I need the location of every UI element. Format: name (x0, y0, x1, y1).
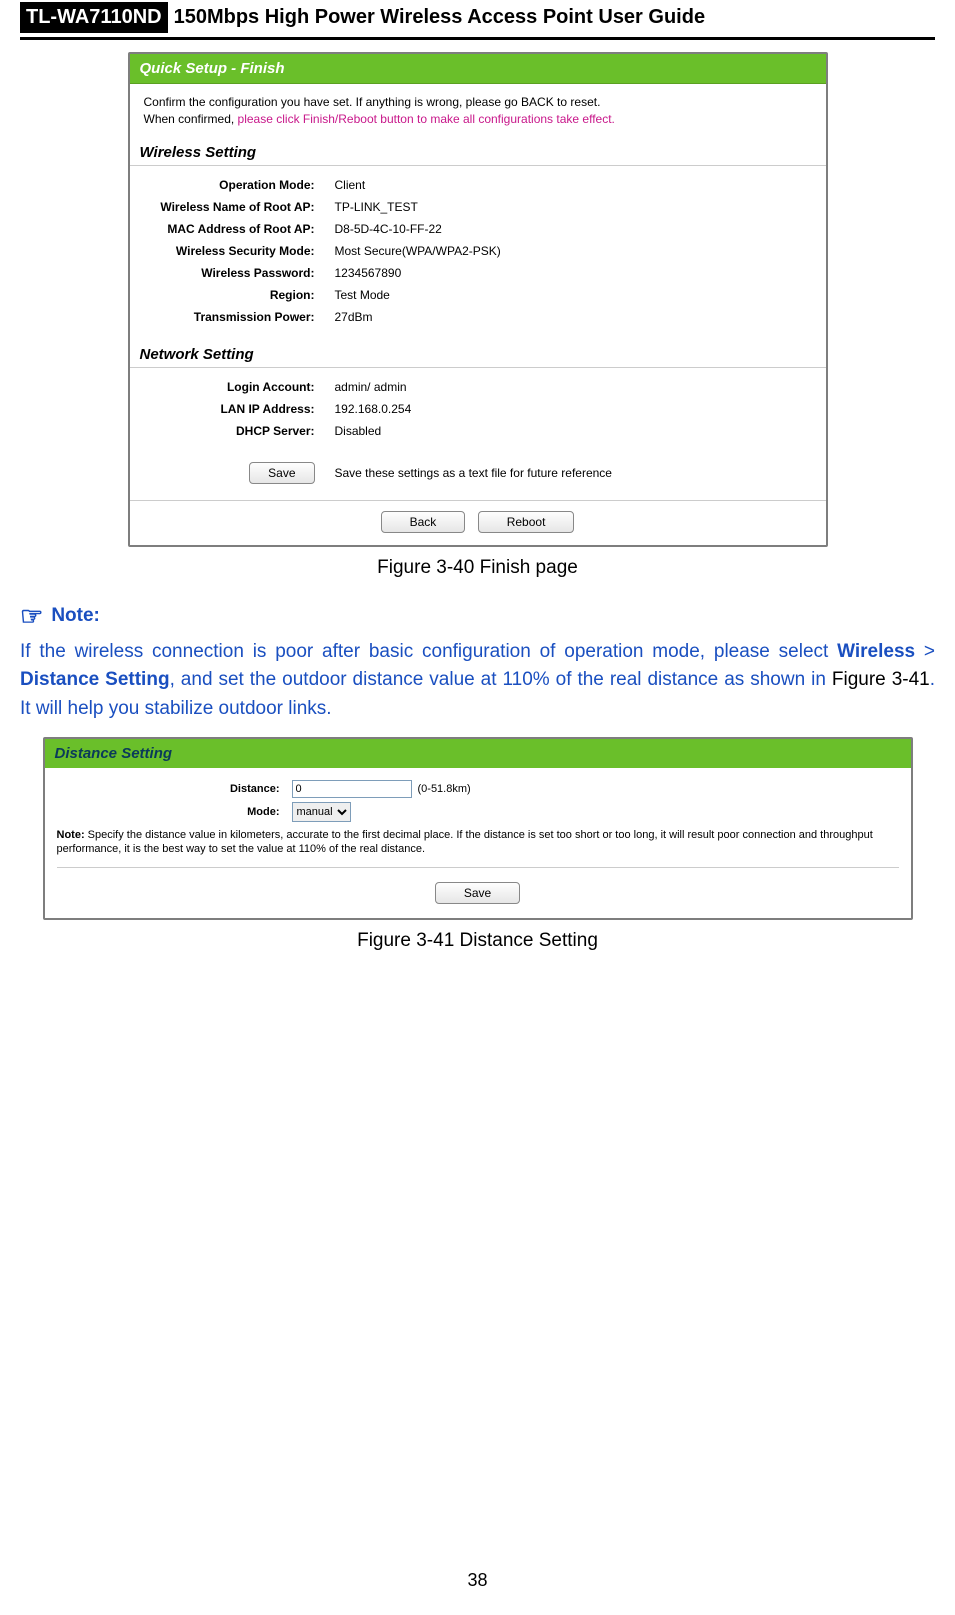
row-region: Region:Test Mode (130, 284, 826, 306)
distance-content: Distance: (0-51.8km) Mode: manual Note: … (45, 768, 911, 918)
figure-caption-40: Figure 3-40 Finish page (20, 557, 935, 579)
row-dhcp: DHCP Server:Disabled (130, 420, 826, 442)
figure-ref: Figure 3-41 (832, 669, 930, 690)
pointing-hand-icon: ☞ (20, 601, 43, 632)
row-tx-power: Transmission Power:27dBm (130, 306, 826, 328)
mode-select[interactable]: manual (292, 802, 351, 822)
back-button[interactable]: Back (381, 511, 466, 533)
row-lan-ip: LAN IP Address:192.168.0.254 (130, 398, 826, 420)
doc-title: 150Mbps High Power Wireless Access Point… (174, 6, 705, 29)
model-badge: TL-WA7110ND (20, 2, 168, 33)
doc-header: TL-WA7110ND 150Mbps High Power Wireless … (20, 0, 935, 40)
reboot-button[interactable]: Reboot (478, 511, 575, 533)
note-body: If the wireless connection is poor after… (20, 638, 935, 724)
save-hint: Save these settings as a text file for f… (335, 466, 612, 480)
row-operation-mode: Operation Mode:Client (130, 174, 826, 196)
confirm-text-line2: When confirmed, please click Finish/Rebo… (144, 111, 812, 128)
distance-save-row: Save (57, 867, 899, 914)
distance-hint: (0-51.8km) (418, 783, 471, 795)
save-row: Save Save these settings as a text file … (130, 454, 826, 500)
row-wireless-name: Wireless Name of Root AP:TP-LINK_TEST (130, 196, 826, 218)
row-mac-address: MAC Address of Root AP:D8-5D-4C-10-FF-22 (130, 218, 826, 240)
panel-title-distance: Distance Setting (45, 739, 911, 768)
section-network-setting: Network Setting (130, 340, 826, 368)
network-settings-table: Login Account:admin/ admin LAN IP Addres… (130, 376, 826, 442)
distance-note: Note: Specify the distance value in kilo… (57, 828, 899, 857)
button-row: Back Reboot (130, 500, 826, 545)
row-mode: Mode: manual (57, 800, 899, 824)
figure-finish-page: Quick Setup - Finish Confirm the configu… (128, 52, 828, 547)
row-distance: Distance: (0-51.8km) (57, 778, 899, 800)
note-label: Note: (51, 605, 100, 627)
save-button[interactable]: Save (249, 462, 314, 484)
distance-save-button[interactable]: Save (435, 882, 520, 904)
section-wireless-setting: Wireless Setting (130, 138, 826, 166)
figure-distance-setting: Distance Setting Distance: (0-51.8km) Mo… (43, 737, 913, 920)
confirm-highlight: please click Finish/Reboot button to mak… (238, 112, 615, 126)
panel-title-quick-setup: Quick Setup - Finish (130, 54, 826, 84)
row-security-mode: Wireless Security Mode:Most Secure(WPA/W… (130, 240, 826, 262)
wireless-settings-table: Operation Mode:Client Wireless Name of R… (130, 174, 826, 328)
figure-caption-41: Figure 3-41 Distance Setting (20, 930, 935, 952)
row-login-account: Login Account:admin/ admin (130, 376, 826, 398)
confirm-block: Confirm the configuration you have set. … (130, 84, 826, 138)
confirm-text-line1: Confirm the configuration you have set. … (144, 94, 812, 111)
row-wireless-password: Wireless Password:1234567890 (130, 262, 826, 284)
note-heading: ☞ Note: (20, 601, 935, 632)
distance-input[interactable] (292, 780, 412, 798)
page-number: 38 (0, 1570, 955, 1591)
